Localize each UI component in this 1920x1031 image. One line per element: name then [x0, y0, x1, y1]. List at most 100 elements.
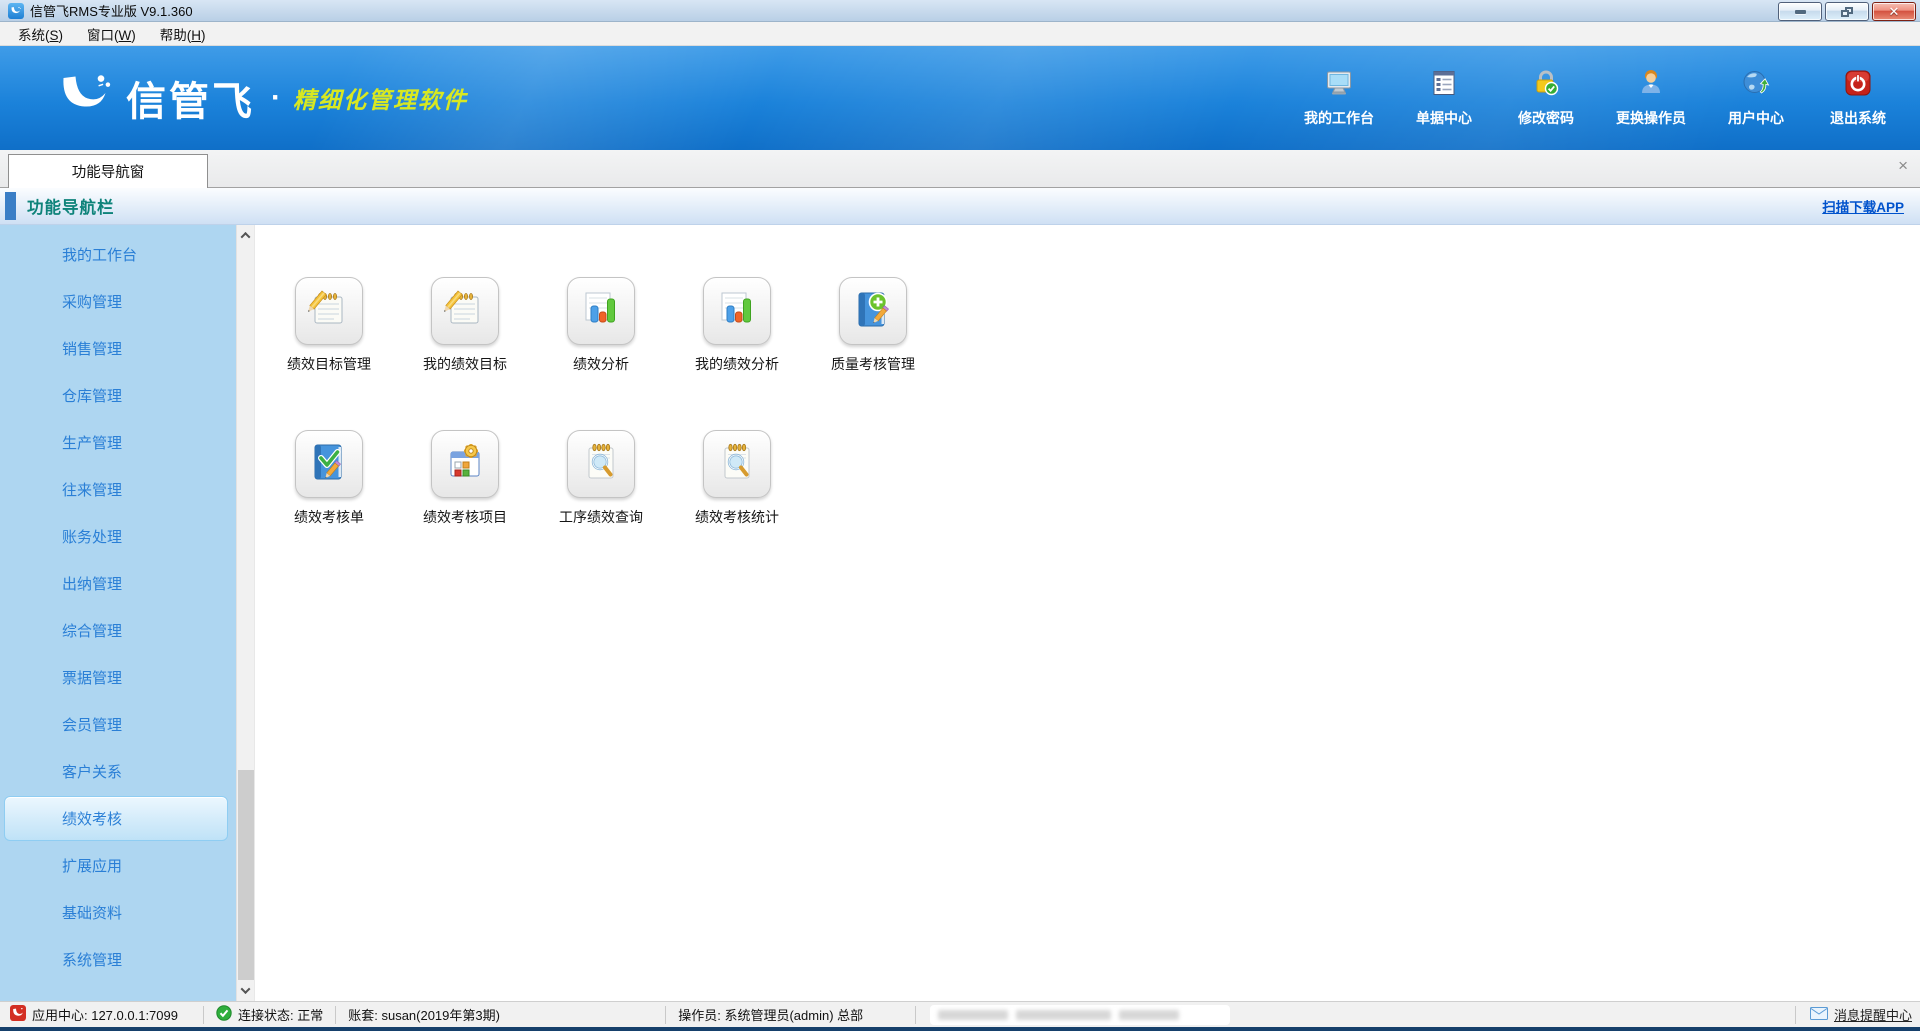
sidebar-item-3[interactable]: 仓库管理: [0, 372, 236, 419]
toolbar-item-user-center-globe[interactable]: 用户中心: [1724, 68, 1788, 128]
status-redacted: [930, 1005, 1230, 1025]
app-cell-0[interactable]: 绩效目标管理: [261, 277, 397, 374]
app-button[interactable]: [703, 430, 771, 498]
restore-icon: [1841, 7, 1853, 17]
app-cell-6[interactable]: 绩效考核项目: [397, 430, 533, 527]
status-account: 账套: susan(2019年第3期): [336, 1006, 666, 1024]
status-connection-text: 连接状态: 正常: [238, 1005, 323, 1024]
toolbar-item-label: 单据中心: [1416, 108, 1472, 128]
app-banner: 信管飞 · 精细化管理软件 我的工作台单据中心 修改密码更换操作员 用户中心 退出系统: [0, 46, 1920, 150]
tabstrip-close-icon[interactable]: ×: [1898, 157, 1908, 174]
menu-item-w[interactable]: 窗口(W): [75, 22, 148, 46]
toolbar-item-label: 退出系统: [1830, 108, 1886, 128]
message-center-link[interactable]: 消息提醒中心: [1795, 1006, 1912, 1024]
sidebar-item-2[interactable]: 销售管理: [0, 325, 236, 372]
app-cell-5[interactable]: 绩效考核单: [261, 430, 397, 527]
chart-bars-icon: [578, 286, 624, 337]
sidebar-item-14[interactable]: 基础资料: [0, 889, 236, 936]
app-cell-7[interactable]: 工序绩效查询: [533, 430, 669, 527]
toolbar-item-workbench-monitor[interactable]: 我的工作台: [1304, 68, 1374, 128]
redacted-block: [1119, 1010, 1179, 1020]
sidebar-item-15[interactable]: 系统管理: [0, 936, 236, 983]
toolbar-item-label: 用户中心: [1728, 108, 1784, 128]
app-label: 绩效目标管理: [287, 354, 371, 374]
app-button[interactable]: [839, 277, 907, 345]
app-button[interactable]: [295, 277, 363, 345]
sidebar-item-8[interactable]: 综合管理: [0, 607, 236, 654]
sidebar-item-7[interactable]: 出纳管理: [0, 560, 236, 607]
brand-logo-icon: [56, 72, 116, 125]
scrollbar-thumb[interactable]: [238, 770, 254, 980]
tab-strip: 功能导航窗 ×: [0, 150, 1920, 188]
app-logo-red-icon: [10, 1005, 26, 1024]
menu-bar: 系统(S)窗口(W)帮助(H): [0, 22, 1920, 46]
app-button[interactable]: [431, 430, 499, 498]
app-cell-4[interactable]: 质量考核管理: [805, 277, 941, 374]
sidebar-item-4[interactable]: 生产管理: [0, 419, 236, 466]
status-ok-icon: [216, 1005, 232, 1024]
app-button[interactable]: [431, 277, 499, 345]
menu-item-label: 系统: [18, 28, 45, 43]
status-operator: 操作员: 系统管理员(admin) 总部: [666, 1006, 916, 1024]
menu-item-mnemonic: H: [191, 28, 201, 43]
scrollbar-up-button[interactable]: [237, 227, 254, 244]
app-button[interactable]: [567, 430, 635, 498]
redacted-block: [938, 1010, 1008, 1020]
toolbar-item-password-lock[interactable]: 修改密码: [1514, 68, 1578, 128]
sidebar-item-5[interactable]: 往来管理: [0, 466, 236, 513]
app-cell-3[interactable]: 我的绩效分析: [669, 277, 805, 374]
app-label: 质量考核管理: [831, 354, 915, 374]
close-icon: ✕: [1889, 5, 1900, 18]
chart-bars-icon: [714, 286, 760, 337]
exit-power-icon: [1843, 68, 1873, 103]
status-app-center-text: 应用中心: 127.0.0.1:7099: [32, 1005, 178, 1024]
sidebar-scrollbar[interactable]: [236, 225, 254, 1001]
status-connection: 连接状态: 正常: [204, 1006, 336, 1024]
app-cell-1[interactable]: 我的绩效目标: [397, 277, 533, 374]
status-bar: 应用中心: 127.0.0.1:7099 连接状态: 正常 账套: susan(20…: [0, 1001, 1920, 1027]
brand: 信管飞 · 精细化管理软件: [0, 69, 468, 127]
toolbar-item-switch-operator[interactable]: 更换操作员: [1616, 68, 1686, 128]
sidebar-item-13[interactable]: 扩展应用: [0, 842, 236, 889]
app-label: 工序绩效查询: [559, 507, 643, 527]
app-label: 绩效考核单: [294, 507, 364, 527]
app-cell-2[interactable]: 绩效分析: [533, 277, 669, 374]
notepad-pencil-icon: [442, 286, 488, 337]
menu-item-h[interactable]: 帮助(H): [148, 22, 218, 46]
download-app-link[interactable]: 扫描下载APP: [1822, 196, 1904, 216]
toolbar-item-document-center[interactable]: 单据中心: [1412, 68, 1476, 128]
chevron-down-icon: [241, 984, 251, 994]
window-bottom-border: [0, 1027, 1920, 1031]
workbench-monitor-icon: [1324, 68, 1354, 103]
sidebar-item-6[interactable]: 账务处理: [0, 513, 236, 560]
minimize-button[interactable]: [1778, 2, 1822, 21]
app-logo-icon: [8, 3, 24, 19]
close-button[interactable]: ✕: [1872, 2, 1916, 21]
book-check-icon: [306, 439, 352, 490]
sidebar-item-10[interactable]: 会员管理: [0, 701, 236, 748]
sidebar-item-12[interactable]: 绩效考核: [4, 796, 228, 841]
brand-name: 信管飞: [126, 69, 255, 127]
menu-item-s[interactable]: 系统(S): [6, 22, 75, 46]
restore-button[interactable]: [1825, 2, 1869, 21]
app-button[interactable]: [567, 277, 635, 345]
sidebar-item-9[interactable]: 票据管理: [0, 654, 236, 701]
scrollbar-down-button[interactable]: [237, 982, 254, 999]
chevron-up-icon: [241, 232, 251, 242]
navbar-title: 功能导航栏: [27, 194, 115, 218]
tab-function-nav[interactable]: 功能导航窗: [8, 154, 208, 188]
app-cell-8[interactable]: 绩效考核统计: [669, 430, 805, 527]
toolbar-item-label: 更换操作员: [1616, 108, 1686, 128]
app-button[interactable]: [295, 430, 363, 498]
banner-toolbar: 我的工作台单据中心 修改密码更换操作员 用户中心 退出系统: [1304, 68, 1920, 128]
minimize-icon: [1795, 10, 1806, 14]
sidebar-item-0[interactable]: 我的工作台: [0, 231, 236, 278]
notepad-magnifier-icon: [578, 439, 624, 490]
sidebar-item-11[interactable]: 客户关系: [0, 748, 236, 795]
sidebar-item-1[interactable]: 采购管理: [0, 278, 236, 325]
status-account-text: 账套: susan(2019年第3期): [348, 1005, 500, 1024]
toolbar-item-exit-power[interactable]: 退出系统: [1826, 68, 1890, 128]
app-button[interactable]: [703, 277, 771, 345]
app-label: 我的绩效分析: [695, 354, 779, 374]
password-lock-icon: [1531, 68, 1561, 103]
